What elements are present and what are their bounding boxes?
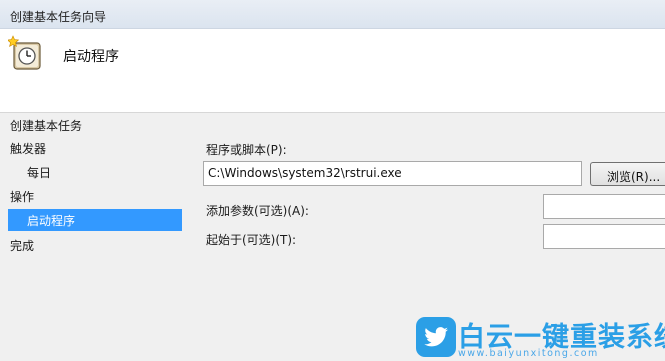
- nav-item-trigger[interactable]: 触发器: [10, 140, 46, 157]
- window-title: 创建基本任务向导: [10, 10, 107, 24]
- nav-item-daily[interactable]: 每日: [27, 164, 51, 181]
- arguments-label: 添加参数(可选)(A):: [206, 204, 309, 218]
- program-input[interactable]: C:\Windows\system32\rstrui.exe: [203, 161, 582, 186]
- nav-item-start-program[interactable]: 启动程序: [27, 212, 75, 229]
- nav-item-action[interactable]: 操作: [10, 188, 34, 205]
- program-label: 程序或脚本(P):: [206, 143, 287, 157]
- page-title: 启动程序: [63, 49, 119, 65]
- nav-item-finish[interactable]: 完成: [10, 237, 34, 254]
- twitter-bird-icon: [416, 317, 456, 357]
- start-in-input[interactable]: [543, 224, 665, 249]
- browse-button[interactable]: 浏览(R)...: [590, 162, 665, 186]
- watermark-url: www.baiyunxitong.com: [458, 348, 599, 359]
- task-scheduler-clock-icon: [8, 35, 41, 70]
- wizard-steps-nav: 创建基本任务 触发器 每日 操作 启动程序 完成: [0, 113, 185, 361]
- start-in-label: 起始于(可选)(T):: [206, 233, 297, 247]
- nav-heading: 创建基本任务: [10, 119, 83, 133]
- arguments-input[interactable]: [543, 194, 665, 219]
- wizard-header: 启动程序: [0, 29, 665, 112]
- title-bar: 创建基本任务向导: [0, 0, 665, 29]
- watermark: 白云一键重装系统 www.baiyunxitong.com: [408, 316, 665, 359]
